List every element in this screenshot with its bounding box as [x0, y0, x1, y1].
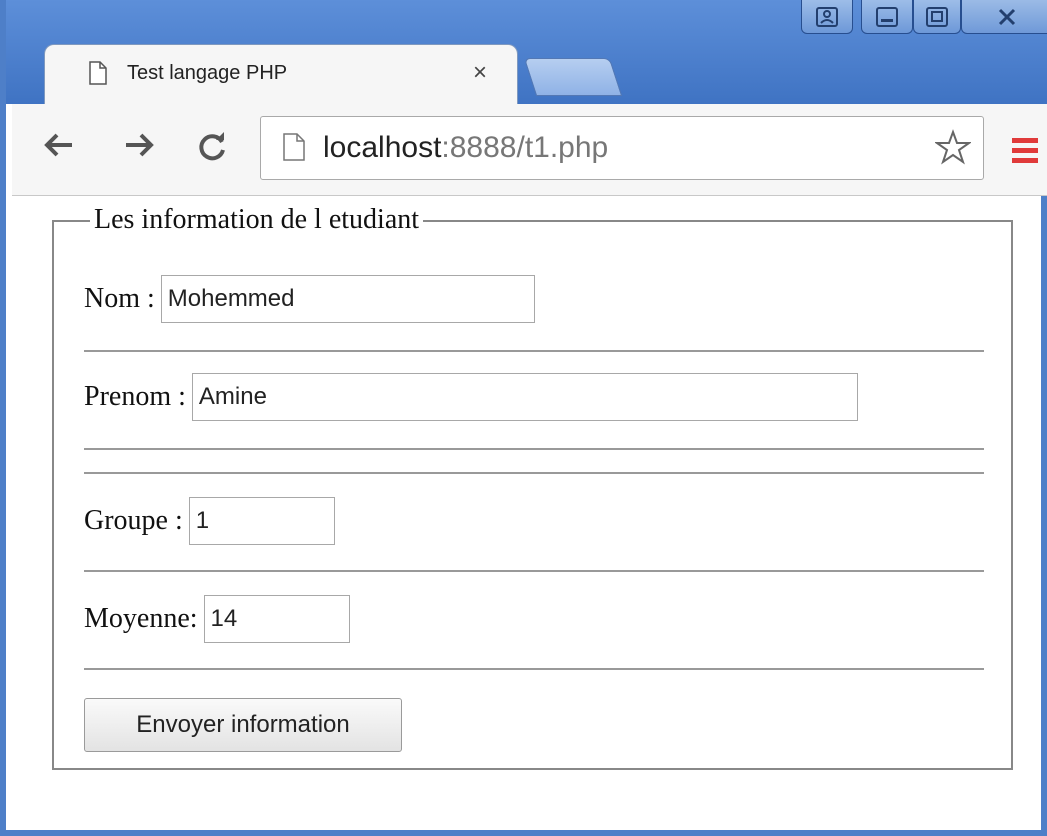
close-icon	[998, 8, 1016, 25]
forward-arrow-icon[interactable]	[122, 130, 156, 160]
page-icon	[89, 61, 107, 85]
close-window-button[interactable]	[961, 0, 1047, 34]
prenom-input[interactable]: Amine	[191, 373, 858, 421]
browser-window: Test langage PHP × localhost:8888/t1.php	[0, 0, 1047, 836]
divider	[84, 350, 984, 352]
reload-icon[interactable]	[196, 130, 228, 162]
tab-active[interactable]: Test langage PHP ×	[44, 44, 518, 104]
hamburger-menu-icon[interactable]	[1012, 138, 1038, 168]
prenom-row: Prenom : Amine	[84, 372, 858, 422]
new-tab-button[interactable]	[523, 58, 623, 96]
page-icon	[283, 133, 305, 161]
bookmark-star-icon[interactable]	[935, 129, 971, 165]
url-text: localhost:8888/t1.php	[323, 131, 608, 165]
moyenne-label: Moyenne:	[84, 603, 198, 634]
nom-row: Nom : Mohemmed	[84, 274, 535, 324]
menu-bar	[1012, 158, 1038, 163]
menu-bar	[1012, 138, 1038, 143]
window-controls	[801, 0, 1047, 36]
maximize-icon	[926, 6, 948, 27]
url-host: localhost	[323, 131, 442, 164]
moyenne-input[interactable]: 14	[203, 595, 350, 643]
url-path: :8888/t1.php	[441, 131, 609, 164]
divider	[84, 448, 984, 450]
prenom-label: Prenom :	[84, 381, 186, 412]
minimize-icon	[876, 6, 898, 27]
divider	[84, 472, 984, 474]
fieldset-legend: Les information de l etudiant	[90, 204, 424, 236]
submit-button[interactable]: Envoyer information	[84, 698, 402, 752]
moyenne-row: Moyenne: 14	[84, 594, 350, 644]
nom-label: Nom :	[84, 283, 155, 314]
profile-button[interactable]	[801, 0, 853, 34]
title-bar: Test langage PHP ×	[6, 0, 1047, 104]
divider	[84, 668, 984, 670]
page-content: Les information de l etudiant Nom : Mohe…	[12, 196, 1047, 830]
tab-close-icon[interactable]: ×	[473, 59, 487, 87]
groupe-input[interactable]: 1	[188, 497, 335, 545]
address-bar[interactable]: localhost:8888/t1.php	[260, 116, 984, 180]
user-icon	[816, 6, 838, 27]
menu-bar	[1012, 148, 1038, 153]
minimize-button[interactable]	[861, 0, 913, 34]
nom-input[interactable]: Mohemmed	[160, 275, 535, 323]
back-arrow-icon[interactable]	[42, 130, 76, 160]
student-form-fieldset: Les information de l etudiant Nom : Mohe…	[52, 204, 1013, 770]
divider	[84, 570, 984, 572]
tab-title: Test langage PHP	[127, 62, 288, 84]
maximize-button[interactable]	[913, 0, 961, 34]
groupe-row: Groupe : 1	[84, 496, 335, 546]
toolbar: localhost:8888/t1.php	[12, 104, 1047, 196]
groupe-label: Groupe :	[84, 505, 183, 536]
